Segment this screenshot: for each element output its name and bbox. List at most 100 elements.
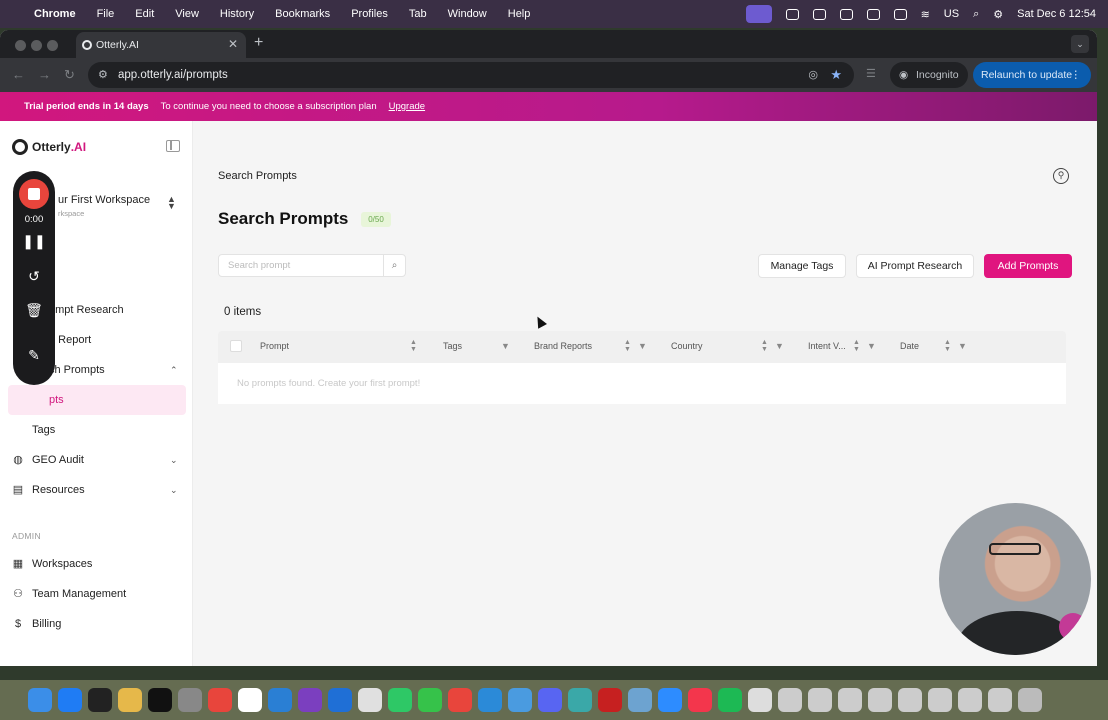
ai-prompt-research-button[interactable]: AI Prompt Research xyxy=(856,254,974,278)
sidebar-item-prompts-active[interactable] xyxy=(8,385,186,415)
upgrade-link[interactable]: Upgrade xyxy=(389,101,425,112)
chrome-icon[interactable] xyxy=(208,688,232,712)
menu-bookmarks[interactable]: Bookmarks xyxy=(275,8,330,20)
back-icon[interactable]: ← xyxy=(12,67,25,82)
workspace-name[interactable]: ur First Workspace xyxy=(58,194,150,206)
clock[interactable]: Sat Dec 6 12:54 xyxy=(1017,8,1096,20)
column-prompt[interactable]: Prompt xyxy=(260,341,289,351)
more-menu-icon[interactable]: ⋮ xyxy=(1071,62,1082,88)
url-text[interactable]: app.otterly.ai/prompts xyxy=(118,69,228,81)
activity-icon[interactable] xyxy=(148,688,172,712)
sidebar-item-search-prompts[interactable]: ch Prompts xyxy=(49,364,105,376)
battery-icon[interactable] xyxy=(893,8,907,20)
terminal-icon[interactable] xyxy=(88,688,112,712)
column-date[interactable]: Date xyxy=(900,341,919,351)
status-icon[interactable] xyxy=(839,8,853,20)
sort-icon[interactable]: ▲ ▼ xyxy=(410,339,417,353)
sidebar-item-workspaces[interactable]: ▦ Workspaces xyxy=(12,558,93,570)
close-tab-icon[interactable]: ✕ xyxy=(228,37,238,51)
sort-icon[interactable]: ▲ ▼ xyxy=(761,339,768,353)
document-thumbnail-icon[interactable] xyxy=(868,688,892,712)
sidebar-item-geo-audit[interactable]: ◍ GEO Audit xyxy=(12,454,84,466)
otterly-logo[interactable]: Otterly .AI xyxy=(12,139,86,155)
filter-icon[interactable]: ▼ xyxy=(501,341,510,351)
menu-window[interactable]: Window xyxy=(448,8,487,20)
zoom-icon[interactable] xyxy=(658,688,682,712)
screen-record-status-icon[interactable] xyxy=(745,5,772,23)
menu-view[interactable]: View xyxy=(175,8,199,20)
new-tab-icon[interactable]: + xyxy=(254,34,263,52)
app-icon[interactable] xyxy=(568,688,592,712)
search-input[interactable]: Search prompt ⌕ xyxy=(218,254,406,277)
bookmark-star-icon[interactable]: ★ xyxy=(830,62,842,88)
safari-icon[interactable] xyxy=(508,688,532,712)
menubar-app-name[interactable]: Chrome xyxy=(34,8,76,20)
status-icon[interactable] xyxy=(785,8,799,20)
menu-profiles[interactable]: Profiles xyxy=(351,8,388,20)
document-thumbnail-icon[interactable] xyxy=(928,688,952,712)
close-window-button[interactable] xyxy=(15,40,26,51)
postgres-icon[interactable] xyxy=(628,688,652,712)
chevron-down-icon[interactable]: ⌄ xyxy=(170,455,178,466)
launchpad-icon[interactable] xyxy=(118,688,142,712)
control-center-icon[interactable]: ⚙ xyxy=(993,8,1003,21)
discord-icon[interactable] xyxy=(538,688,562,712)
pen-icon[interactable]: ✎ xyxy=(13,347,55,364)
minimize-window-button[interactable] xyxy=(31,40,42,51)
menu-edit[interactable]: Edit xyxy=(135,8,154,20)
column-intent[interactable]: Intent V... xyxy=(808,341,846,351)
password-icon[interactable] xyxy=(328,688,352,712)
spotify-icon[interactable] xyxy=(718,688,742,712)
status-icon[interactable] xyxy=(812,8,826,20)
app-icon[interactable] xyxy=(448,688,472,712)
wifi-icon[interactable]: ≋ xyxy=(921,8,930,21)
tab-list-chevron-icon[interactable]: ⌄ xyxy=(1071,35,1089,53)
eye-off-icon[interactable]: ◎ xyxy=(808,62,818,88)
vscode-icon[interactable] xyxy=(268,688,292,712)
sort-icon[interactable]: ▲ ▼ xyxy=(624,339,631,353)
user-account-icon[interactable]: ⚲ xyxy=(1053,168,1069,184)
menu-history[interactable]: History xyxy=(220,8,254,20)
input-language[interactable]: US xyxy=(944,8,959,20)
webcam-bubble[interactable] xyxy=(939,503,1091,655)
filezilla-icon[interactable] xyxy=(598,688,622,712)
search-icon[interactable]: ⌕ xyxy=(973,8,979,21)
notion-icon[interactable] xyxy=(238,688,262,712)
document-thumbnail-icon[interactable] xyxy=(838,688,862,712)
settings-icon[interactable] xyxy=(178,688,202,712)
add-prompts-button[interactable]: Add Prompts xyxy=(984,254,1072,278)
filter-icon[interactable]: ▼ xyxy=(867,341,876,351)
sort-icon[interactable]: ▲ ▼ xyxy=(853,339,860,353)
sidebar-item-tags[interactable]: Tags xyxy=(32,424,55,436)
status-icon[interactable] xyxy=(866,8,880,20)
zoom-window-button[interactable] xyxy=(47,40,58,51)
sort-icon[interactable]: ▲ ▼ xyxy=(944,339,951,353)
sidebar-item-team-management[interactable]: ⚇ Team Management xyxy=(12,588,126,600)
sidebar-item-billing[interactable]: $ Billing xyxy=(12,618,61,630)
address-bar[interactable]: ⚙ app.otterly.ai/prompts ◎ ★ xyxy=(88,62,854,88)
document-thumbnail-icon[interactable] xyxy=(778,688,802,712)
document-thumbnail-icon[interactable] xyxy=(808,688,832,712)
sidebar-item-resources[interactable]: ▤ Resources xyxy=(12,484,85,496)
finder-icon[interactable] xyxy=(28,688,52,712)
sidebar-item-prompt-research[interactable]: ompt Research xyxy=(49,304,124,316)
relaunch-button[interactable]: Relaunch to update ⋮ xyxy=(973,62,1091,88)
filter-icon[interactable]: ▼ xyxy=(638,341,647,351)
tab-search-icon[interactable]: ☰ xyxy=(866,67,876,80)
sidebar-item-report[interactable]: d Report xyxy=(49,334,91,346)
document-thumbnail-icon[interactable] xyxy=(988,688,1012,712)
chevron-down-icon[interactable]: ⌄ xyxy=(170,485,178,496)
document-thumbnail-icon[interactable] xyxy=(898,688,922,712)
stop-recording-button[interactable] xyxy=(19,179,49,209)
menu-file[interactable]: File xyxy=(97,8,115,20)
column-tags[interactable]: Tags xyxy=(443,341,462,351)
search-icon[interactable]: ⌕ xyxy=(383,255,405,276)
github-icon[interactable] xyxy=(298,688,322,712)
menu-tab[interactable]: Tab xyxy=(409,8,427,20)
document-thumbnail-icon[interactable] xyxy=(958,688,982,712)
restart-icon[interactable]: ↺ xyxy=(13,268,55,285)
pause-icon[interactable]: ❚❚ xyxy=(13,233,55,250)
select-all-checkbox[interactable] xyxy=(230,340,242,352)
column-brand-reports[interactable]: Brand Reports xyxy=(534,341,592,351)
collapse-sidebar-icon[interactable] xyxy=(166,140,180,152)
